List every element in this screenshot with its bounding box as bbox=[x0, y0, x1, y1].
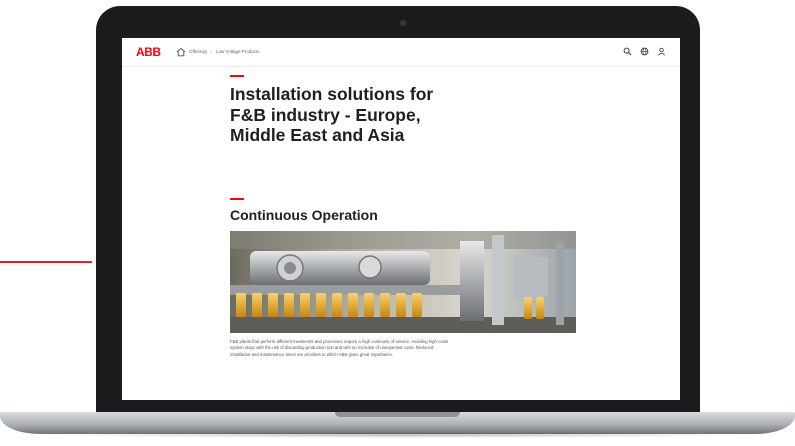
section-body-text: F&B plants that perform different treatm… bbox=[230, 339, 449, 357]
top-navigation: ABB Offerings › Low Voltage Products bbox=[122, 38, 680, 67]
nav-icon-group bbox=[623, 47, 666, 56]
user-icon[interactable] bbox=[657, 47, 666, 56]
laptop-base-notch bbox=[335, 412, 460, 417]
breadcrumb-separator: › bbox=[210, 49, 212, 54]
laptop-shadow bbox=[40, 432, 755, 438]
bottling-line-photo bbox=[230, 231, 576, 333]
section-heading: Continuous Operation bbox=[230, 207, 378, 223]
webcam bbox=[400, 20, 406, 26]
section-accent-bar bbox=[230, 198, 244, 200]
breadcrumb-item-low-voltage-products[interactable]: Low Voltage Products bbox=[216, 49, 260, 54]
decorative-red-line bbox=[0, 261, 92, 263]
laptop-screen: ABB Offerings › Low Voltage Products Ins… bbox=[122, 38, 680, 400]
home-icon[interactable] bbox=[176, 47, 186, 57]
globe-icon[interactable] bbox=[640, 47, 649, 56]
page-title: Installation solutions for F&B industry … bbox=[230, 84, 434, 145]
breadcrumb-item-offerings[interactable]: Offerings bbox=[189, 49, 207, 54]
title-accent-bar bbox=[230, 75, 244, 77]
breadcrumb: Offerings › Low Voltage Products bbox=[189, 49, 262, 54]
abb-logo[interactable]: ABB bbox=[136, 45, 161, 59]
search-icon[interactable] bbox=[623, 47, 632, 56]
